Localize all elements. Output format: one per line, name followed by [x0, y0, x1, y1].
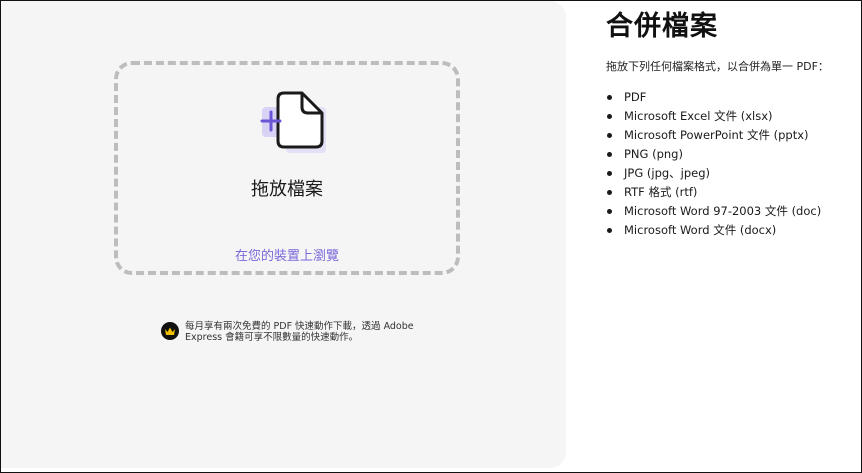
page-title: 合併檔案	[606, 11, 718, 42]
bullet-icon	[607, 152, 612, 157]
crown-icon	[161, 322, 179, 340]
notice-line-2: Express 會籍可享不限數量的快速動作。	[185, 332, 359, 343]
list-item: JPG (jpg、jpeg)	[606, 164, 821, 183]
list-item: PNG (png)	[606, 145, 821, 164]
list-item: Microsoft Word 文件 (docx)	[606, 221, 821, 240]
format-label: Microsoft Word 文件 (docx)	[624, 223, 777, 237]
dropzone-title: 拖放檔案	[251, 179, 323, 200]
bullet-icon	[607, 114, 612, 119]
description-text: 拖放下列任何檔案格式，以合併為單一 PDF：	[606, 60, 829, 73]
bullet-icon	[607, 171, 612, 176]
format-label: PNG (png)	[624, 147, 683, 161]
format-label: PDF	[624, 90, 647, 104]
format-label: Microsoft Word 97-2003 文件 (doc)	[624, 204, 822, 218]
list-item: Microsoft PowerPoint 文件 (pptx)	[606, 126, 821, 145]
bullet-icon	[607, 209, 612, 214]
file-dropzone[interactable]: 拖放檔案 在您的裝置上瀏覽	[114, 61, 460, 275]
bullet-icon	[607, 190, 612, 195]
add-file-icon	[260, 91, 326, 153]
browse-device-link[interactable]: 在您的裝置上瀏覽	[118, 245, 456, 264]
list-item: Microsoft Excel 文件 (xlsx)	[606, 107, 821, 126]
list-item: Microsoft Word 97-2003 文件 (doc)	[606, 202, 821, 221]
format-label: JPG (jpg、jpeg)	[624, 166, 711, 180]
notice-line-1: 每月享有兩次免費的 PDF 快速動作下載，透過 Adobe	[185, 321, 414, 332]
list-item: RTF 格式 (rtf)	[606, 183, 821, 202]
upload-panel: 拖放檔案 在您的裝置上瀏覽 每月享有兩次免費的 PDF 快速動作下載，透過 Ad…	[1, 1, 566, 468]
bullet-icon	[607, 228, 612, 233]
bullet-icon	[607, 133, 612, 138]
format-label: Microsoft PowerPoint 文件 (pptx)	[624, 128, 809, 142]
format-label: RTF 格式 (rtf)	[624, 185, 698, 199]
bullet-icon	[607, 95, 612, 100]
supported-formats-list: PDF Microsoft Excel 文件 (xlsx) Microsoft …	[606, 88, 821, 240]
list-item: PDF	[606, 88, 821, 107]
premium-notice-text: 每月享有兩次免費的 PDF 快速動作下載，透過 Adobe Express 會籍…	[185, 321, 435, 343]
format-label: Microsoft Excel 文件 (xlsx)	[624, 109, 773, 123]
